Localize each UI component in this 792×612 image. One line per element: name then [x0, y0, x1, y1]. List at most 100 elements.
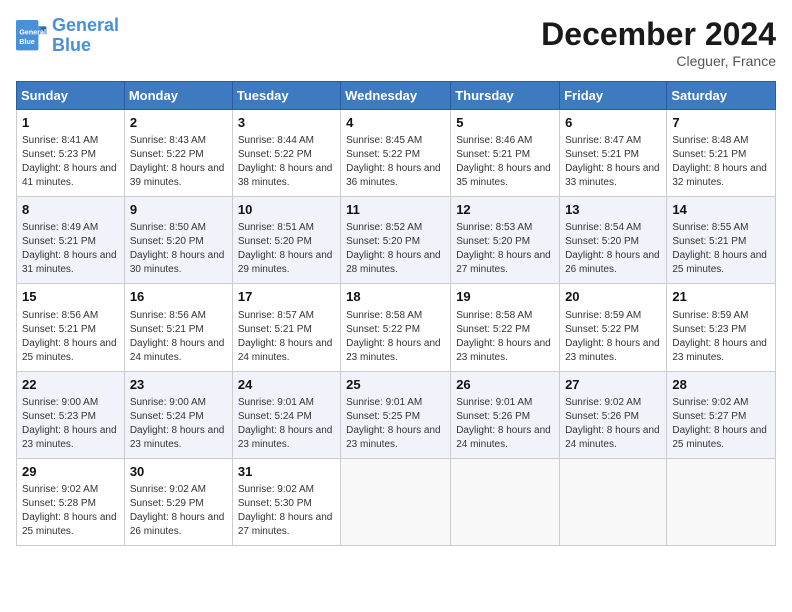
sunset-text: Sunset: 5:21 PM — [565, 149, 639, 160]
day-number: 15 — [22, 288, 119, 306]
calendar-cell: 27 Sunrise: 9:02 AM Sunset: 5:26 PM Dayl… — [560, 371, 667, 458]
sunset-text: Sunset: 5:21 PM — [672, 149, 746, 160]
calendar-cell: 1 Sunrise: 8:41 AM Sunset: 5:23 PM Dayli… — [17, 110, 125, 197]
day-number: 26 — [456, 376, 554, 394]
calendar-cell: 8 Sunrise: 8:49 AM Sunset: 5:21 PM Dayli… — [17, 197, 125, 284]
sunrise-text: Sunrise: 9:02 AM — [565, 397, 641, 408]
calendar-cell: 4 Sunrise: 8:45 AM Sunset: 5:22 PM Dayli… — [341, 110, 451, 197]
daylight-text: Daylight: 8 hours and 25 minutes. — [22, 338, 117, 363]
sunrise-text: Sunrise: 8:41 AM — [22, 135, 98, 146]
sunset-text: Sunset: 5:21 PM — [672, 236, 746, 247]
day-number: 8 — [22, 201, 119, 219]
title-block: December 2024 Cleguer, France — [541, 16, 776, 69]
daylight-text: Daylight: 8 hours and 23 minutes. — [238, 425, 333, 450]
sunrise-text: Sunrise: 9:02 AM — [238, 484, 314, 495]
day-number: 27 — [565, 376, 661, 394]
col-wednesday: Wednesday — [341, 82, 451, 110]
calendar-week-row: 8 Sunrise: 8:49 AM Sunset: 5:21 PM Dayli… — [17, 197, 776, 284]
day-number: 16 — [130, 288, 227, 306]
sunset-text: Sunset: 5:27 PM — [672, 411, 746, 422]
sunrise-text: Sunrise: 8:54 AM — [565, 222, 641, 233]
daylight-text: Daylight: 8 hours and 26 minutes. — [130, 512, 225, 537]
day-number: 22 — [22, 376, 119, 394]
calendar-cell: 10 Sunrise: 8:51 AM Sunset: 5:20 PM Dayl… — [232, 197, 340, 284]
calendar-cell: 14 Sunrise: 8:55 AM Sunset: 5:21 PM Dayl… — [667, 197, 776, 284]
svg-text:General: General — [19, 27, 46, 36]
calendar-week-row: 29 Sunrise: 9:02 AM Sunset: 5:28 PM Dayl… — [17, 458, 776, 545]
logo-icon: General Blue — [16, 20, 48, 52]
day-number: 7 — [672, 114, 770, 132]
daylight-text: Daylight: 8 hours and 31 minutes. — [22, 250, 117, 275]
sunset-text: Sunset: 5:22 PM — [238, 149, 312, 160]
page-header: General Blue General Blue December 2024 … — [16, 16, 776, 69]
sunrise-text: Sunrise: 9:02 AM — [22, 484, 98, 495]
calendar-cell: 28 Sunrise: 9:02 AM Sunset: 5:27 PM Dayl… — [667, 371, 776, 458]
daylight-text: Daylight: 8 hours and 24 minutes. — [238, 338, 333, 363]
sunset-text: Sunset: 5:24 PM — [130, 411, 204, 422]
daylight-text: Daylight: 8 hours and 24 minutes. — [130, 338, 225, 363]
sunrise-text: Sunrise: 8:48 AM — [672, 135, 748, 146]
calendar-cell: 17 Sunrise: 8:57 AM Sunset: 5:21 PM Dayl… — [232, 284, 340, 371]
location: Cleguer, France — [541, 53, 776, 69]
sunset-text: Sunset: 5:29 PM — [130, 498, 204, 509]
day-number: 19 — [456, 288, 554, 306]
day-number: 24 — [238, 376, 335, 394]
col-saturday: Saturday — [667, 82, 776, 110]
sunset-text: Sunset: 5:22 PM — [346, 149, 420, 160]
day-number: 12 — [456, 201, 554, 219]
day-number: 11 — [346, 201, 445, 219]
calendar-table: Sunday Monday Tuesday Wednesday Thursday… — [16, 81, 776, 546]
sunset-text: Sunset: 5:22 PM — [565, 324, 639, 335]
sunrise-text: Sunrise: 9:01 AM — [238, 397, 314, 408]
day-number: 31 — [238, 463, 335, 481]
day-number: 29 — [22, 463, 119, 481]
day-number: 23 — [130, 376, 227, 394]
sunset-text: Sunset: 5:21 PM — [22, 324, 96, 335]
sunrise-text: Sunrise: 8:43 AM — [130, 135, 206, 146]
day-number: 9 — [130, 201, 227, 219]
daylight-text: Daylight: 8 hours and 30 minutes. — [130, 250, 225, 275]
sunrise-text: Sunrise: 9:02 AM — [130, 484, 206, 495]
calendar-cell: 31 Sunrise: 9:02 AM Sunset: 5:30 PM Dayl… — [232, 458, 340, 545]
day-number: 18 — [346, 288, 445, 306]
sunset-text: Sunset: 5:22 PM — [346, 324, 420, 335]
calendar-cell: 19 Sunrise: 8:58 AM Sunset: 5:22 PM Dayl… — [451, 284, 560, 371]
sunset-text: Sunset: 5:22 PM — [130, 149, 204, 160]
sunset-text: Sunset: 5:20 PM — [456, 236, 530, 247]
sunset-text: Sunset: 5:28 PM — [22, 498, 96, 509]
daylight-text: Daylight: 8 hours and 25 minutes. — [672, 250, 767, 275]
calendar-cell: 16 Sunrise: 8:56 AM Sunset: 5:21 PM Dayl… — [124, 284, 232, 371]
calendar-cell: 3 Sunrise: 8:44 AM Sunset: 5:22 PM Dayli… — [232, 110, 340, 197]
calendar-cell: 12 Sunrise: 8:53 AM Sunset: 5:20 PM Dayl… — [451, 197, 560, 284]
day-number: 5 — [456, 114, 554, 132]
daylight-text: Daylight: 8 hours and 24 minutes. — [565, 425, 660, 450]
sunrise-text: Sunrise: 8:52 AM — [346, 222, 422, 233]
daylight-text: Daylight: 8 hours and 32 minutes. — [672, 163, 767, 188]
sunrise-text: Sunrise: 8:47 AM — [565, 135, 641, 146]
day-number: 20 — [565, 288, 661, 306]
day-number: 4 — [346, 114, 445, 132]
sunrise-text: Sunrise: 8:45 AM — [346, 135, 422, 146]
sunset-text: Sunset: 5:21 PM — [130, 324, 204, 335]
sunset-text: Sunset: 5:20 PM — [346, 236, 420, 247]
sunrise-text: Sunrise: 9:01 AM — [346, 397, 422, 408]
col-monday: Monday — [124, 82, 232, 110]
day-number: 1 — [22, 114, 119, 132]
day-number: 10 — [238, 201, 335, 219]
calendar-week-row: 1 Sunrise: 8:41 AM Sunset: 5:23 PM Dayli… — [17, 110, 776, 197]
daylight-text: Daylight: 8 hours and 27 minutes. — [456, 250, 551, 275]
daylight-text: Daylight: 8 hours and 29 minutes. — [238, 250, 333, 275]
calendar-cell — [560, 458, 667, 545]
sunset-text: Sunset: 5:25 PM — [346, 411, 420, 422]
day-number: 21 — [672, 288, 770, 306]
calendar-cell: 30 Sunrise: 9:02 AM Sunset: 5:29 PM Dayl… — [124, 458, 232, 545]
sunset-text: Sunset: 5:20 PM — [130, 236, 204, 247]
day-number: 28 — [672, 376, 770, 394]
daylight-text: Daylight: 8 hours and 28 minutes. — [346, 250, 441, 275]
daylight-text: Daylight: 8 hours and 23 minutes. — [456, 338, 551, 363]
sunrise-text: Sunrise: 8:56 AM — [130, 310, 206, 321]
calendar-cell: 6 Sunrise: 8:47 AM Sunset: 5:21 PM Dayli… — [560, 110, 667, 197]
sunrise-text: Sunrise: 8:55 AM — [672, 222, 748, 233]
daylight-text: Daylight: 8 hours and 23 minutes. — [565, 338, 660, 363]
calendar-cell: 20 Sunrise: 8:59 AM Sunset: 5:22 PM Dayl… — [560, 284, 667, 371]
